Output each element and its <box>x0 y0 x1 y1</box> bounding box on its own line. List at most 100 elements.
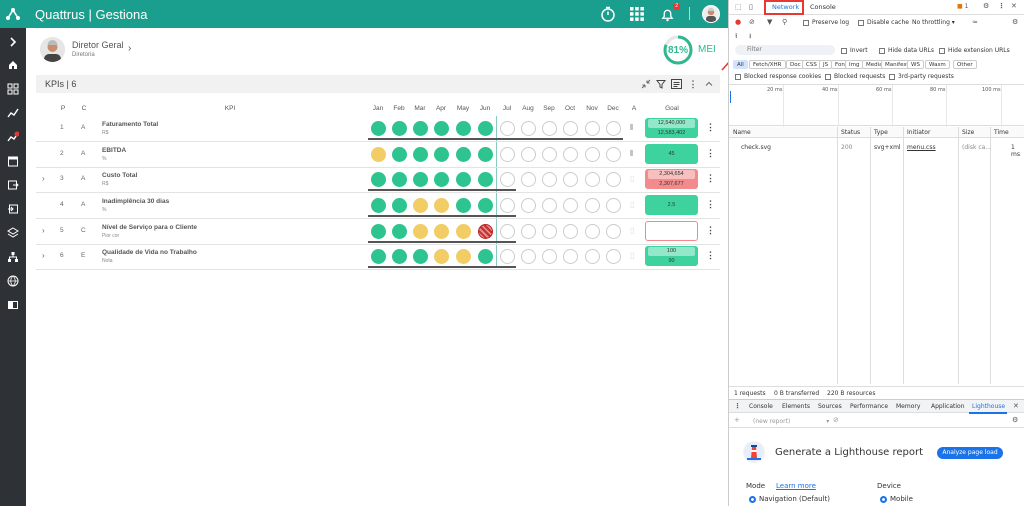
month-status-dot[interactable] <box>500 147 515 162</box>
month-status-dot[interactable] <box>585 249 600 264</box>
filter-chip[interactable]: WS <box>907 60 924 69</box>
devtools-menu-icon[interactable]: ⋮ <box>998 2 1005 10</box>
month-status-dot[interactable] <box>521 121 536 136</box>
report-select[interactable]: (new report) ▾ <box>753 418 829 425</box>
month-status-dot[interactable] <box>371 172 386 187</box>
month-status-dot[interactable] <box>521 224 536 239</box>
blocked-requests-checkbox[interactable]: Blocked requests <box>825 73 885 80</box>
month-status-dot[interactable] <box>563 198 578 213</box>
hide-data-urls-checkbox[interactable]: Hide data URLs <box>879 47 934 54</box>
month-status-dot[interactable] <box>413 147 428 162</box>
month-status-dot[interactable] <box>542 224 557 239</box>
invert-checkbox[interactable]: Invert <box>841 47 868 54</box>
filter-funnel-icon[interactable]: ▼ <box>767 18 772 26</box>
expand-chevron-icon[interactable] <box>7 36 19 48</box>
month-status-dot[interactable] <box>456 198 471 213</box>
month-status-dot[interactable] <box>371 147 386 162</box>
notifications-bell-icon[interactable]: 2 <box>658 3 680 23</box>
month-status-dot[interactable] <box>606 121 621 136</box>
preserve-log-checkbox[interactable]: Preserve log <box>803 19 849 26</box>
blocked-response-cookies-checkbox[interactable]: Blocked response cookies <box>735 73 821 80</box>
month-status-dot[interactable] <box>392 249 407 264</box>
disable-cache-checkbox[interactable]: Disable cache <box>858 19 909 26</box>
kpi-name[interactable]: Faturamento Total <box>102 121 158 128</box>
drawer-tab-lighthouse[interactable]: Lighthouse <box>972 403 1005 410</box>
month-status-dot[interactable] <box>456 147 471 162</box>
month-status-dot[interactable] <box>478 147 493 162</box>
filter-icon[interactable] <box>655 78 667 90</box>
month-status-dot[interactable] <box>563 147 578 162</box>
export-icon[interactable] <box>7 179 19 191</box>
filter-chip[interactable]: All <box>733 60 748 69</box>
month-status-dot[interactable] <box>371 198 386 213</box>
month-status-dot[interactable] <box>392 198 407 213</box>
drawer-tab-memory[interactable]: Memory <box>896 403 920 410</box>
close-devtools-icon[interactable]: ✕ <box>1011 2 1017 10</box>
month-status-dot[interactable] <box>606 198 621 213</box>
stopwatch-icon[interactable] <box>599 5 617 23</box>
kpi-name[interactable]: Nível de Serviço para o Cliente <box>102 224 197 231</box>
mode-navigation-radio[interactable]: Navigation (Default) <box>749 495 830 503</box>
goal-box[interactable]: 100 90 <box>645 246 698 266</box>
th-name[interactable]: Name <box>733 129 751 136</box>
calendar-icon[interactable] <box>7 155 19 167</box>
globe-icon[interactable] <box>7 275 19 287</box>
month-status-dot[interactable] <box>542 147 557 162</box>
network-settings-icon[interactable]: ⚙ <box>1012 18 1018 26</box>
month-status-dot[interactable] <box>478 224 493 239</box>
month-status-dot[interactable] <box>521 198 536 213</box>
attachment-icon[interactable]: ▯ <box>630 251 634 260</box>
expand-row-icon[interactable]: › <box>42 251 45 260</box>
settings-gear-icon[interactable]: ⚙ <box>983 2 989 10</box>
kpi-name[interactable]: EBITDA <box>102 147 126 154</box>
drawer-menu-icon[interactable]: ⋮ <box>734 402 741 410</box>
drawer-tab-performance[interactable]: Performance <box>850 403 888 410</box>
month-status-dot[interactable] <box>478 121 493 136</box>
month-status-dot[interactable] <box>521 147 536 162</box>
org-chart-icon[interactable] <box>7 251 19 263</box>
goal-box[interactable]: 12,540,000 12,583,402 <box>645 118 698 138</box>
month-status-dot[interactable] <box>500 121 515 136</box>
kpi-name[interactable]: Qualidade de Vida no Trabalho <box>102 249 197 256</box>
lighthouse-settings-icon[interactable]: ⚙ <box>1012 416 1018 424</box>
month-status-dot[interactable] <box>456 121 471 136</box>
month-status-dot[interactable] <box>434 249 449 264</box>
month-status-dot[interactable] <box>542 198 557 213</box>
filter-chip[interactable]: Img <box>845 60 864 69</box>
app-logo-icon[interactable] <box>0 0 26 28</box>
network-timeline[interactable]: 20 ms 40 ms 60 ms 80 ms 100 ms <box>729 84 1024 127</box>
dashboard-icon[interactable] <box>7 83 19 95</box>
user-chevron-icon[interactable]: › <box>128 43 131 54</box>
search-icon[interactable]: ⚲ <box>782 18 787 26</box>
month-status-dot[interactable] <box>392 224 407 239</box>
panel-menu-icon[interactable]: ⋮ <box>687 78 699 90</box>
month-status-dot[interactable] <box>585 147 600 162</box>
goal-box[interactable]: 2,304,654 2,307,677 <box>645 169 698 189</box>
month-status-dot[interactable] <box>500 249 515 264</box>
month-status-dot[interactable] <box>456 249 471 264</box>
analyze-page-load-button[interactable]: Analyze page load <box>937 447 1003 459</box>
month-status-dot[interactable] <box>456 172 471 187</box>
inspect-element-icon[interactable]: ⬚ <box>735 3 742 11</box>
month-status-dot[interactable] <box>585 121 600 136</box>
month-status-dot[interactable] <box>542 172 557 187</box>
month-status-dot[interactable] <box>500 224 515 239</box>
filter-chip[interactable]: Fetch/XHR <box>749 60 786 69</box>
month-status-dot[interactable] <box>563 249 578 264</box>
expand-row-icon[interactable]: › <box>42 174 45 183</box>
attachment-icon[interactable]: ⦀ <box>630 123 634 133</box>
network-conditions-icon[interactable]: ≈ <box>972 18 978 26</box>
month-status-dot[interactable] <box>606 224 621 239</box>
month-status-dot[interactable] <box>413 249 428 264</box>
th-time[interactable]: Time <box>994 129 1009 136</box>
kpi-name[interactable]: Inadimplência 30 dias <box>102 198 169 205</box>
new-report-plus-icon[interactable]: + <box>734 416 740 424</box>
filter-input[interactable]: Filter <box>735 45 835 55</box>
month-status-dot[interactable] <box>434 121 449 136</box>
row-menu-icon[interactable]: ⋮ <box>706 250 715 261</box>
month-status-dot[interactable] <box>478 198 493 213</box>
month-status-dot[interactable] <box>371 249 386 264</box>
clear-icon[interactable]: ⊘ <box>749 18 755 26</box>
attachment-icon[interactable]: ⦀ <box>630 149 634 159</box>
month-status-dot[interactable] <box>585 224 600 239</box>
